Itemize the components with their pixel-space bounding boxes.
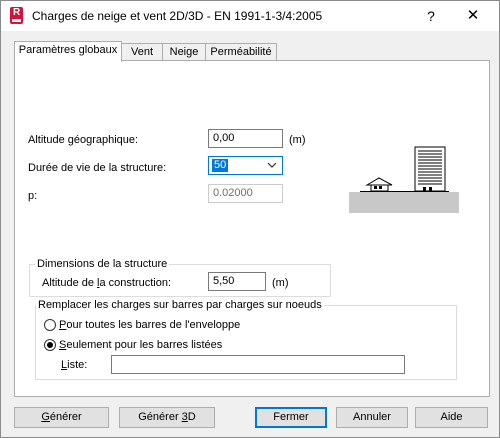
altitude-input[interactable]: 0,00 [208, 129, 283, 148]
close-icon[interactable]: ✕ [461, 6, 485, 26]
p-label: p: [28, 190, 38, 202]
construction-altitude-input[interactable]: 5,50 [208, 272, 266, 291]
tab-wind[interactable]: Vent [121, 43, 163, 61]
close-button[interactable]: Fermer [255, 407, 327, 428]
building-illustration [349, 128, 459, 213]
listed-bars-radio-label[interactable]: Seulement pour les barres listées [59, 339, 222, 351]
altitude-label: Altitude géographique: [28, 134, 139, 146]
replace-loads-group-title: Remplacer les charges sur barres par cha… [36, 299, 324, 311]
title-bar: Charges de neige et vent 2D/3D - EN 1991… [1, 1, 499, 31]
tab-snow[interactable]: Neige [162, 43, 206, 61]
lifetime-select[interactable]: 50 [208, 156, 283, 175]
lifetime-label: Durée de vie de la structure: [28, 162, 167, 174]
robot-app-icon [10, 7, 23, 24]
help-title-button[interactable]: ? [421, 6, 441, 26]
altitude-unit: (m) [289, 134, 306, 146]
p-value: 0.02000 [213, 187, 253, 199]
altitude-value: 0,00 [213, 132, 235, 144]
cancel-button[interactable]: Annuler [336, 407, 408, 428]
all-bars-radio-label[interactable]: Pour toutes les barres de l'enveloppe [59, 319, 240, 331]
dialog-window: Charges de neige et vent 2D/3D - EN 1991… [0, 0, 500, 438]
dimensions-group-title: Dimensions de la structure [35, 258, 170, 270]
tab-permeability[interactable]: Perméabilité [205, 43, 277, 61]
list-label: Liste: [61, 359, 88, 371]
listed-bars-radio[interactable] [44, 339, 56, 351]
tab-global-parameters[interactable]: Paramètres globaux [14, 41, 122, 62]
lifetime-selected-value: 50 [212, 159, 229, 172]
window-title: Charges de neige et vent 2D/3D - EN 1991… [32, 9, 323, 23]
help-button[interactable]: Aide [415, 407, 488, 428]
construction-altitude-value: 5,50 [213, 275, 235, 287]
p-input: 0.02000 [208, 184, 283, 203]
construction-altitude-label: Altitude de la construction: [42, 277, 172, 289]
construction-altitude-unit: (m) [272, 277, 289, 289]
all-bars-radio[interactable] [44, 319, 56, 331]
chevron-down-icon [267, 158, 277, 178]
generate-3d-button[interactable]: Générer 3D [119, 407, 215, 428]
list-input[interactable] [111, 355, 405, 374]
generate-button[interactable]: Générer [14, 407, 109, 428]
